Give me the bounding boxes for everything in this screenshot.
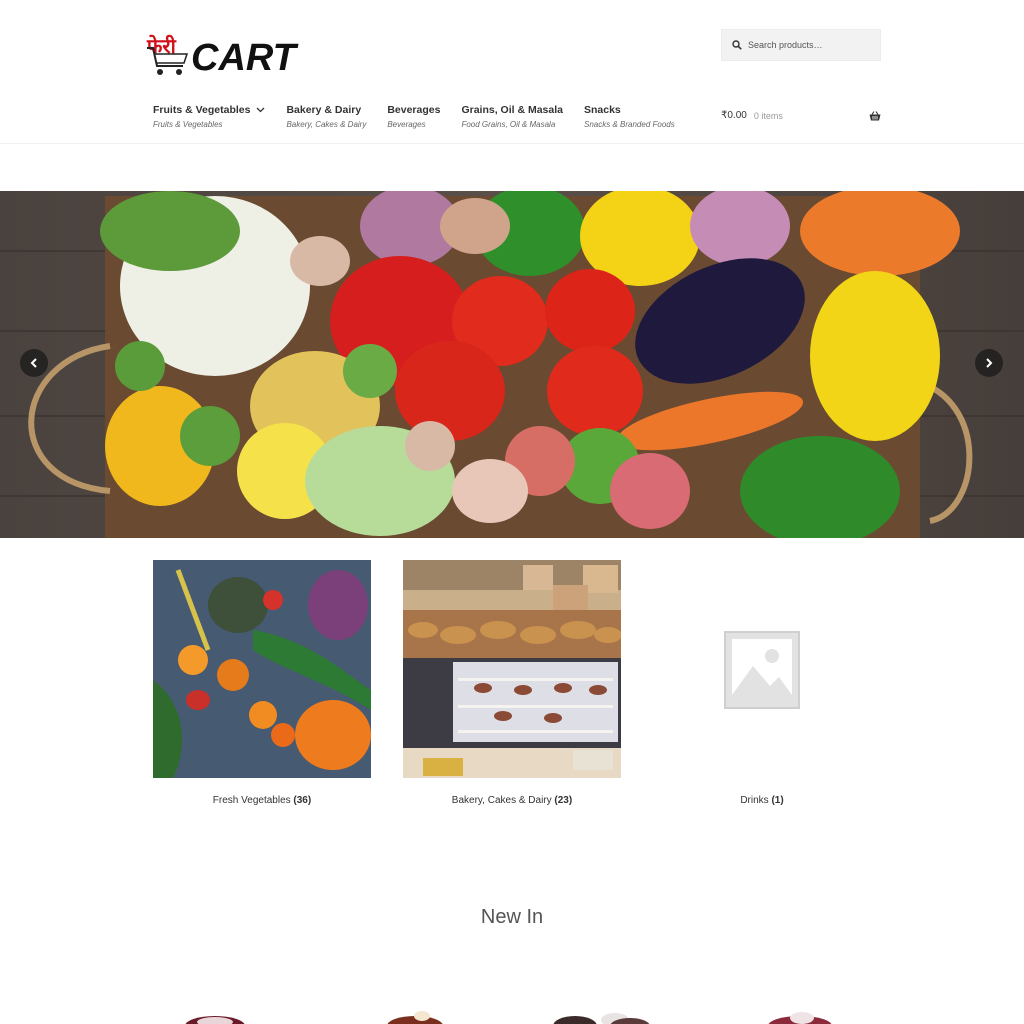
nav-item-bakery-dairy[interactable]: Bakery & Dairy Bakery, Cakes & Dairy <box>286 104 366 129</box>
basket-icon[interactable] <box>869 110 881 121</box>
nav-item-snacks[interactable]: Snacks Snacks & Branded Foods <box>584 104 675 129</box>
header-cart[interactable]: ₹0.00 0 items <box>721 110 881 121</box>
product-thumbnail-peek[interactable] <box>180 1008 250 1024</box>
cart-item-count: 0 items <box>753 110 783 121</box>
hero-vegetables-image <box>0 191 1024 538</box>
site-logo[interactable]: फेरी CART <box>145 28 315 78</box>
category-name: Fresh Vegetables <box>212 795 291 806</box>
nav-item-description: Food Grains, Oil & Masala <box>461 120 556 129</box>
nav-item-label: Beverages <box>387 104 441 116</box>
product-thumbnail-peek[interactable] <box>760 1008 840 1024</box>
chevron-left-icon <box>30 358 37 368</box>
category-count: (23) <box>554 795 573 806</box>
nav-item-fruits-vegetables[interactable]: Fruits & Vegetables Fruits & Vegetables <box>153 104 265 129</box>
shopping-cart-icon <box>147 47 189 75</box>
hero-slider[interactable] <box>0 191 1024 538</box>
logo-wordmark: CART <box>191 37 296 79</box>
chevron-right-icon <box>986 358 993 368</box>
slider-next-button[interactable] <box>975 349 1003 377</box>
product-thumbnail-peek[interactable] <box>545 1008 655 1024</box>
logo-cart-mark: फेरी <box>145 32 191 78</box>
chevron-down-icon[interactable] <box>256 107 265 113</box>
nav-item-description: Beverages <box>387 120 426 129</box>
product-thumbnail-peek[interactable] <box>380 1008 450 1024</box>
nav-item-label: Bakery & Dairy <box>286 104 362 116</box>
category-image[interactable] <box>403 560 621 778</box>
new-in-heading: New In <box>480 906 544 928</box>
search-input[interactable] <box>748 40 873 50</box>
bakery-shop-photo <box>403 560 621 778</box>
search-icon <box>732 40 742 50</box>
nav-item-description: Bakery, Cakes & Dairy <box>286 120 367 129</box>
slider-prev-button[interactable] <box>20 349 48 377</box>
category-drinks[interactable]: Drinks (1) <box>653 560 871 806</box>
cart-total: ₹0.00 <box>721 110 747 121</box>
category-bakery-cakes-dairy[interactable]: Bakery, Cakes & Dairy (23) <box>403 560 621 806</box>
nav-item-label: Grains, Oil & Masala <box>461 104 563 116</box>
category-count: (1) <box>771 795 784 806</box>
category-count: (36) <box>293 795 312 806</box>
nav-item-label: Fruits & Vegetables <box>153 104 251 116</box>
category-fresh-vegetables[interactable]: Fresh Vegetables (36) <box>153 560 371 806</box>
category-image[interactable] <box>153 560 371 778</box>
nav-item-description: Fruits & Vegetables <box>153 120 223 129</box>
primary-navigation: Fruits & Vegetables Fruits & Vegetables … <box>153 104 696 129</box>
site-header: फेरी CART Fruits & Vegetables Fruits <box>0 0 1024 144</box>
category-name: Bakery, Cakes & Dairy <box>451 795 552 806</box>
product-search[interactable] <box>721 29 881 61</box>
category-image[interactable] <box>653 560 871 778</box>
nav-item-description: Snacks & Branded Foods <box>584 120 675 129</box>
nav-item-beverages[interactable]: Beverages Beverages <box>387 104 440 129</box>
image-placeholder-icon <box>653 560 871 778</box>
nav-item-label: Snacks <box>584 104 621 116</box>
category-name: Drinks <box>740 795 769 806</box>
vegetables-photo <box>153 560 371 778</box>
nav-item-grains-oil-masala[interactable]: Grains, Oil & Masala Food Grains, Oil & … <box>461 104 563 129</box>
